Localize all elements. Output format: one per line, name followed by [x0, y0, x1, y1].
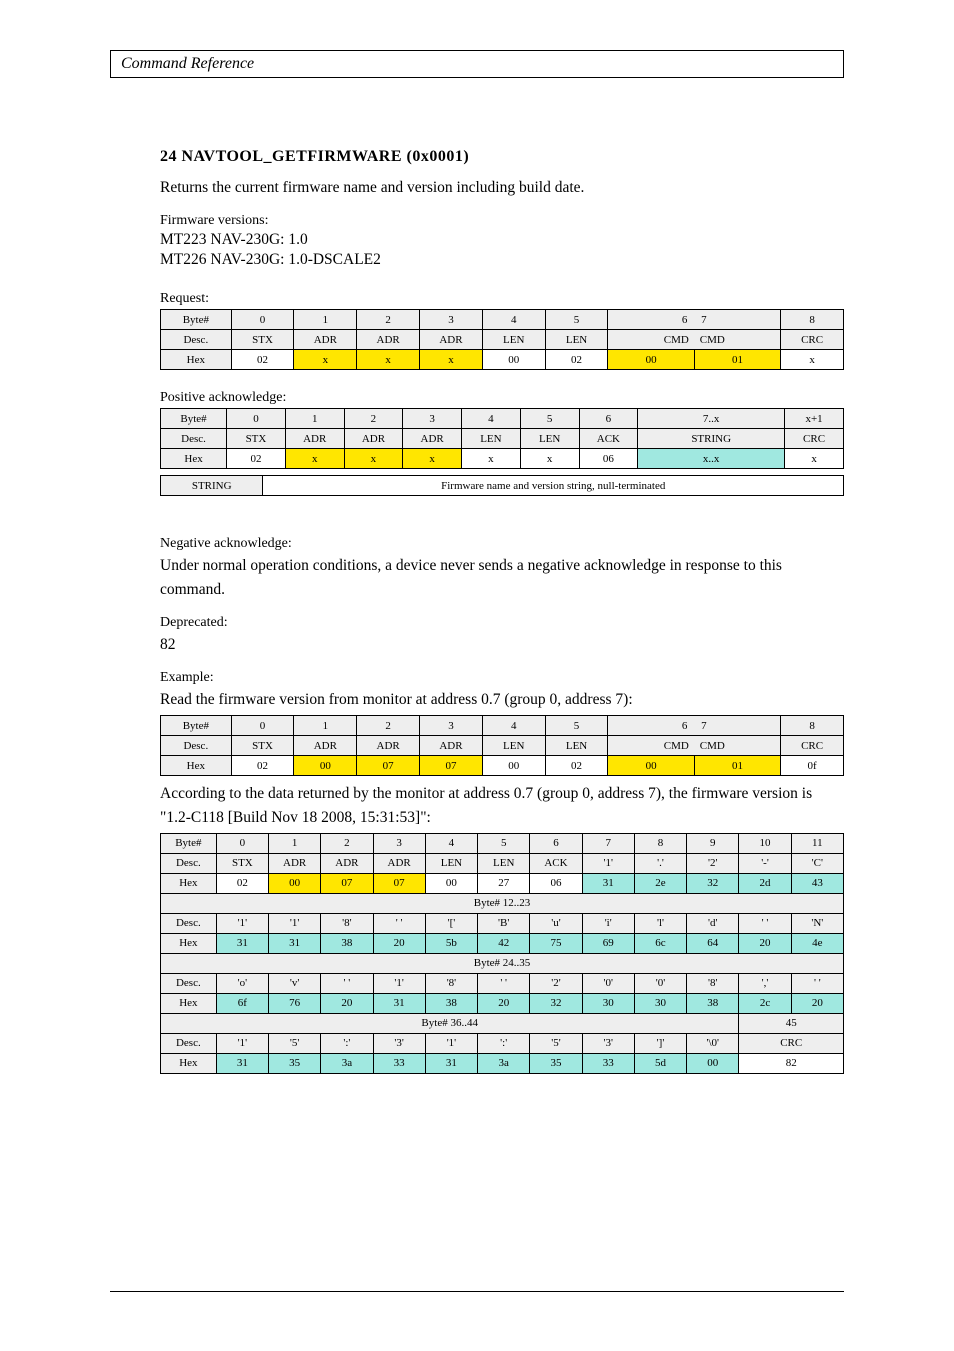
page: Command Reference 24 NAVTOOL_GETFIRMWARE…: [0, 0, 954, 1351]
command-description: Returns the current firmware name and ve…: [160, 176, 844, 199]
nack-label: Negative acknowledge:: [160, 536, 844, 552]
ack-label: Positive acknowledge:: [160, 390, 844, 406]
deprecated-value: 82: [160, 633, 844, 656]
request-label: Request:: [160, 291, 844, 307]
firmware-line-2: MT226 NAV-230G: 1.0-DSCALE2: [160, 251, 844, 269]
example-line-2: According to the data returned by the mo…: [160, 782, 844, 829]
ack-table: Byte# 01 23 45 67..x x+1 Desc. STXADR AD…: [160, 408, 844, 469]
page-header-box: Command Reference: [110, 50, 844, 78]
command-title: 24 NAVTOOL_GETFIRMWARE (0x0001): [160, 148, 844, 166]
ack-string-table: STRING Firmware name and version string,…: [160, 475, 844, 496]
firmware-line-1: MT223 NAV-230G: 1.0: [160, 231, 844, 249]
deprecated-label: Deprecated:: [160, 615, 844, 631]
hdr: Byte#: [161, 310, 232, 330]
footer-rule: [110, 1291, 844, 1292]
request-table: Byte# 01 23 45 6 7 8 Desc. STXADR ADRADR…: [160, 309, 844, 370]
firmware-versions-label: Firmware versions:: [160, 213, 844, 229]
page-header-title: Command Reference: [121, 55, 254, 72]
example-resp-table: Byte# 01 23 45 67 89 1011 Desc. STXADR A…: [160, 833, 844, 1074]
example-req-table: Byte# 01 23 45 6 7 8 Desc. STXADR ADRADR…: [160, 715, 844, 776]
example-line-1: Read the firmware version from monitor a…: [160, 688, 844, 711]
example-label: Example:: [160, 670, 844, 686]
nack-text: Under normal operation conditions, a dev…: [160, 554, 844, 601]
